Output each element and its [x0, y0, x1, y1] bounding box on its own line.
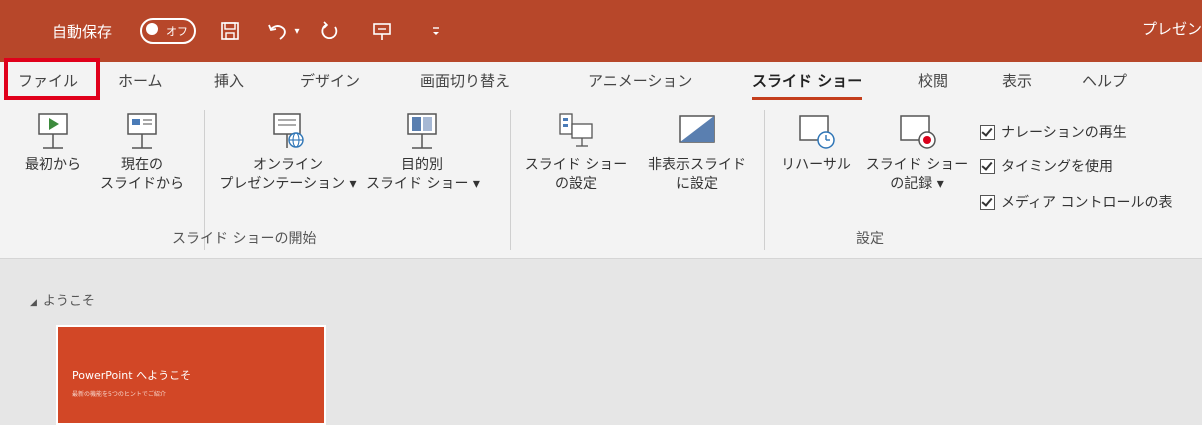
tab-view[interactable]: 表示	[1002, 62, 1032, 102]
online-label-1: オンライン	[253, 157, 323, 173]
autosave-toggle[interactable]: オフ	[140, 18, 196, 44]
save-icon[interactable]	[218, 18, 242, 44]
record-icon	[900, 115, 936, 149]
tab-slideshow[interactable]: スライド ショー	[752, 62, 863, 102]
undo-dropdown-icon[interactable]: ▾	[290, 18, 304, 44]
from-beginning-button[interactable]: 最初から	[18, 110, 88, 175]
use-timings-checkbox[interactable]: タイミングを使用	[980, 156, 1113, 176]
setup-label-1: スライド ショー	[524, 157, 628, 173]
tab-transitions[interactable]: 画面切り替え	[420, 62, 510, 102]
redo-icon[interactable]	[318, 18, 342, 44]
autosave-state: オフ	[166, 25, 188, 38]
tab-insert[interactable]: 挿入	[214, 62, 244, 102]
ribbon: 最初から 現在の スライドから オンライン プレゼンテーション ▾ 目的別 スラ…	[0, 102, 1202, 259]
from-beginning-label: 最初から	[25, 157, 81, 173]
play-from-start-icon	[38, 113, 68, 149]
presentation-icon[interactable]	[370, 18, 394, 44]
current-slide-icon	[127, 113, 157, 149]
media-controls-checkbox[interactable]: メディア コントロールの表	[980, 192, 1172, 212]
group-label-setup: 設定	[856, 231, 884, 247]
checkbox-checked-icon	[980, 158, 995, 174]
ribbon-tabs: ファイル ホーム 挿入 デザイン 画面切り替え アニメーション スライド ショー…	[0, 62, 1202, 102]
thumbnail-title: PowerPoint へようこそ	[72, 369, 192, 382]
setup-label-2: の設定	[555, 176, 597, 192]
hide-slide-icon	[679, 115, 715, 143]
online-present-icon	[273, 113, 304, 148]
ribbon-separator	[764, 110, 765, 250]
checkbox-checked-icon	[980, 194, 995, 210]
hide-slide-label-2: に設定	[676, 176, 718, 192]
section-name: ようこそ	[42, 294, 95, 309]
record-label-2: の記録 ▾	[890, 176, 944, 192]
slide-thumbnail[interactable]: PowerPoint へようこそ 最新の機能を5つのヒントでご紹介	[56, 325, 326, 425]
record-label-1: スライド ショー	[865, 157, 969, 173]
media-controls-label: メディア コントロールの表	[1001, 195, 1173, 211]
rehearse-icon	[799, 115, 835, 149]
record-slideshow-button[interactable]: スライド ショー の記録 ▾	[864, 110, 970, 194]
checkbox-checked-icon	[980, 124, 995, 140]
autosave-label: 自動保存	[52, 22, 113, 41]
online-presentation-button[interactable]: オンライン プレゼンテーション ▾	[208, 110, 368, 194]
tab-home[interactable]: ホーム	[118, 62, 163, 102]
undo-icon[interactable]	[266, 18, 290, 44]
document-title: プレゼン	[1141, 20, 1202, 38]
hide-slide-button[interactable]: 非表示スライド に設定	[636, 110, 758, 194]
section-header[interactable]: ◢ ようこそ	[30, 290, 95, 309]
hide-slide-label-1: 非表示スライド	[648, 157, 746, 173]
custom-show-icon	[407, 113, 437, 149]
custom-label-1: 目的別	[401, 157, 443, 173]
tab-animations[interactable]: アニメーション	[588, 62, 692, 102]
collapse-triangle-icon: ◢	[30, 298, 37, 308]
play-narrations-label: ナレーションの再生	[1001, 125, 1127, 141]
tab-design[interactable]: デザイン	[300, 62, 360, 102]
custom-label-2: スライド ショー ▾	[366, 176, 480, 192]
setup-show-icon	[559, 113, 593, 147]
from-current-label-2: スライドから	[100, 176, 184, 192]
from-current-button[interactable]: 現在の スライドから	[92, 110, 192, 194]
use-timings-label: タイミングを使用	[1001, 159, 1113, 175]
file-tab-highlight	[4, 58, 100, 100]
customize-icon[interactable]	[424, 18, 448, 44]
thumbnail-subtitle: 最新の機能を5つのヒントでご紹介	[72, 391, 166, 398]
ribbon-separator	[510, 110, 511, 250]
play-narrations-checkbox[interactable]: ナレーションの再生	[980, 122, 1127, 142]
setup-slideshow-button[interactable]: スライド ショー の設定	[520, 110, 632, 194]
tab-review[interactable]: 校閲	[918, 62, 948, 102]
online-label-2: プレゼンテーション ▾	[219, 176, 357, 192]
from-current-label-1: 現在の	[121, 157, 163, 173]
rehearse-label: リハーサル	[781, 157, 851, 173]
toggle-knob	[146, 23, 158, 35]
title-bar: 自動保存 オフ ▾ プレゼン	[0, 0, 1202, 62]
custom-slideshow-button[interactable]: 目的別 スライド ショー ▾	[366, 110, 480, 194]
tab-help[interactable]: ヘルプ	[1082, 62, 1127, 102]
rehearse-timings-button[interactable]: リハーサル	[770, 110, 862, 175]
group-label-start: スライド ショーの開始	[172, 231, 317, 247]
